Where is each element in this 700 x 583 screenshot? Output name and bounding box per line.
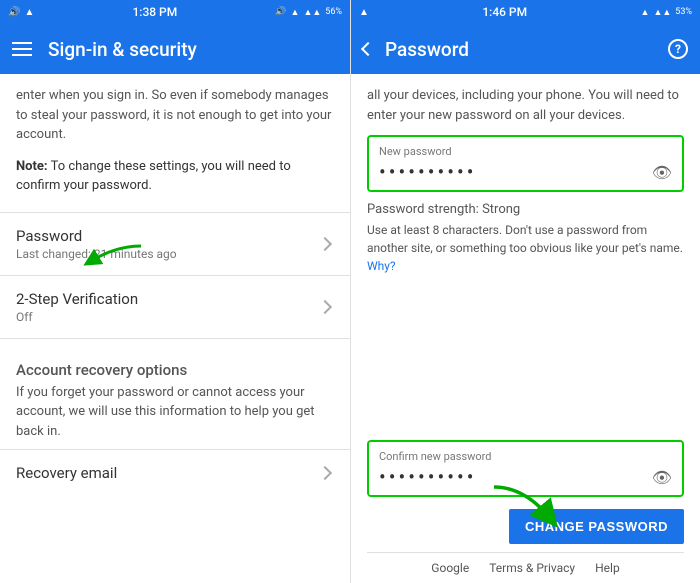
strength-label: Password strength: Strong: [367, 202, 684, 217]
green-arrow-btn: [484, 482, 564, 532]
right-bottom: Confirm new password •••••••••• 👁 CHANGE…: [351, 432, 700, 583]
password-menu-title: Password: [16, 227, 320, 245]
confirm-password-label: Confirm new password: [379, 450, 672, 463]
change-btn-row: CHANGE PASSWORD: [367, 509, 684, 544]
chevron-right-2step-icon: [318, 299, 332, 313]
two-step-menu-item[interactable]: 2-Step Verification Off: [16, 276, 334, 338]
wifi-icon: ▲: [291, 7, 300, 18]
password-menu-subtitle: Last changed: 21 minutes ago: [16, 247, 320, 261]
right-time: 1:46 PM: [482, 5, 527, 19]
battery-icon: 56%: [325, 7, 342, 17]
left-content: enter when you sign in. So even if someb…: [0, 74, 350, 583]
right-status-right: ▲ ▲▲ 53%: [641, 7, 692, 18]
right-signal-icon: ▲: [359, 7, 369, 18]
new-password-label: New password: [379, 145, 672, 158]
back-arrow-icon[interactable]: [361, 42, 375, 56]
left-status-bar: 🔊 ▲ 1:38 PM 🔊 ▲ ▲▲ 56%: [0, 0, 350, 24]
help-icon[interactable]: ?: [668, 39, 688, 59]
google-footer-link[interactable]: Google: [431, 561, 469, 575]
strength-section: Password strength: Strong Use at least 8…: [367, 202, 684, 275]
account-recovery-title: Account recovery options: [16, 347, 334, 383]
two-step-menu-subtitle: Off: [16, 310, 320, 324]
footer-links: Google Terms & Privacy Help: [367, 552, 684, 583]
two-step-menu-content: 2-Step Verification Off: [16, 290, 320, 324]
signal-icon-right: ▲▲: [303, 7, 321, 18]
right-content: all your devices, including your phone. …: [351, 74, 700, 432]
left-status-right: 🔊 ▲ ▲▲ 56%: [275, 7, 342, 18]
left-status-left: 🔊 ▲: [8, 7, 34, 18]
right-header-title: Password: [385, 38, 469, 61]
note-text: Note: To change these settings, you will…: [16, 157, 334, 196]
account-recovery-desc: If you forget your password or cannot ac…: [16, 383, 334, 450]
password-menu-item[interactable]: Password Last changed: 21 minutes ago: [16, 213, 334, 275]
left-panel: 🔊 ▲ 1:38 PM 🔊 ▲ ▲▲ 56% Sign-in & securit…: [0, 0, 350, 583]
signal-icon: ▲: [24, 7, 34, 18]
left-time: 1:38 PM: [132, 5, 177, 19]
right-battery-icon: 53%: [675, 7, 692, 17]
strength-desc: Use at least 8 characters. Don't use a p…: [367, 221, 684, 275]
chevron-right-recovery-icon: [318, 466, 332, 480]
account-recovery-section: Account recovery options If you forget y…: [16, 339, 334, 450]
two-step-menu-title: 2-Step Verification: [16, 290, 320, 308]
why-link[interactable]: Why?: [367, 259, 396, 273]
info-text: all your devices, including your phone. …: [367, 86, 684, 125]
hamburger-menu-icon[interactable]: [12, 42, 32, 56]
left-header: Sign-in & security: [0, 24, 350, 74]
chevron-right-icon: [318, 236, 332, 250]
eye-icon-confirm[interactable]: 👁: [652, 468, 672, 487]
terms-privacy-footer-link[interactable]: Terms & Privacy: [489, 561, 575, 575]
left-header-title: Sign-in & security: [48, 38, 197, 61]
right-status-bar: ▲ 1:46 PM ▲ ▲▲ 53%: [351, 0, 700, 24]
recovery-email-content: Recovery email: [16, 464, 320, 482]
password-menu-content: Password Last changed: 21 minutes ago: [16, 227, 320, 261]
new-password-field[interactable]: New password •••••••••• 👁: [367, 135, 684, 192]
right-header-left: Password: [363, 38, 469, 61]
help-footer-link[interactable]: Help: [595, 561, 620, 575]
intro-text: enter when you sign in. So even if someb…: [16, 86, 334, 145]
right-panel: ▲ 1:46 PM ▲ ▲▲ 53% Password ? all your d…: [350, 0, 700, 583]
recovery-email-title: Recovery email: [16, 464, 320, 482]
volume-icon: 🔊: [8, 7, 20, 18]
recovery-email-menu-item[interactable]: Recovery email: [16, 450, 334, 496]
confirm-password-dots: ••••••••••: [379, 467, 476, 487]
right-header: Password ?: [351, 24, 700, 74]
green-arrow-password: [76, 241, 146, 271]
new-password-row: •••••••••• 👁: [379, 162, 672, 182]
volume-icon-right: 🔊: [275, 7, 286, 17]
new-password-dots: ••••••••••: [379, 162, 476, 182]
right-wifi-icon: ▲: [641, 7, 650, 18]
strength-value: Strong: [482, 202, 520, 217]
eye-icon-new[interactable]: 👁: [652, 163, 672, 182]
right-status-left: ▲: [359, 7, 369, 18]
right-signal-bars: ▲▲: [653, 7, 671, 18]
